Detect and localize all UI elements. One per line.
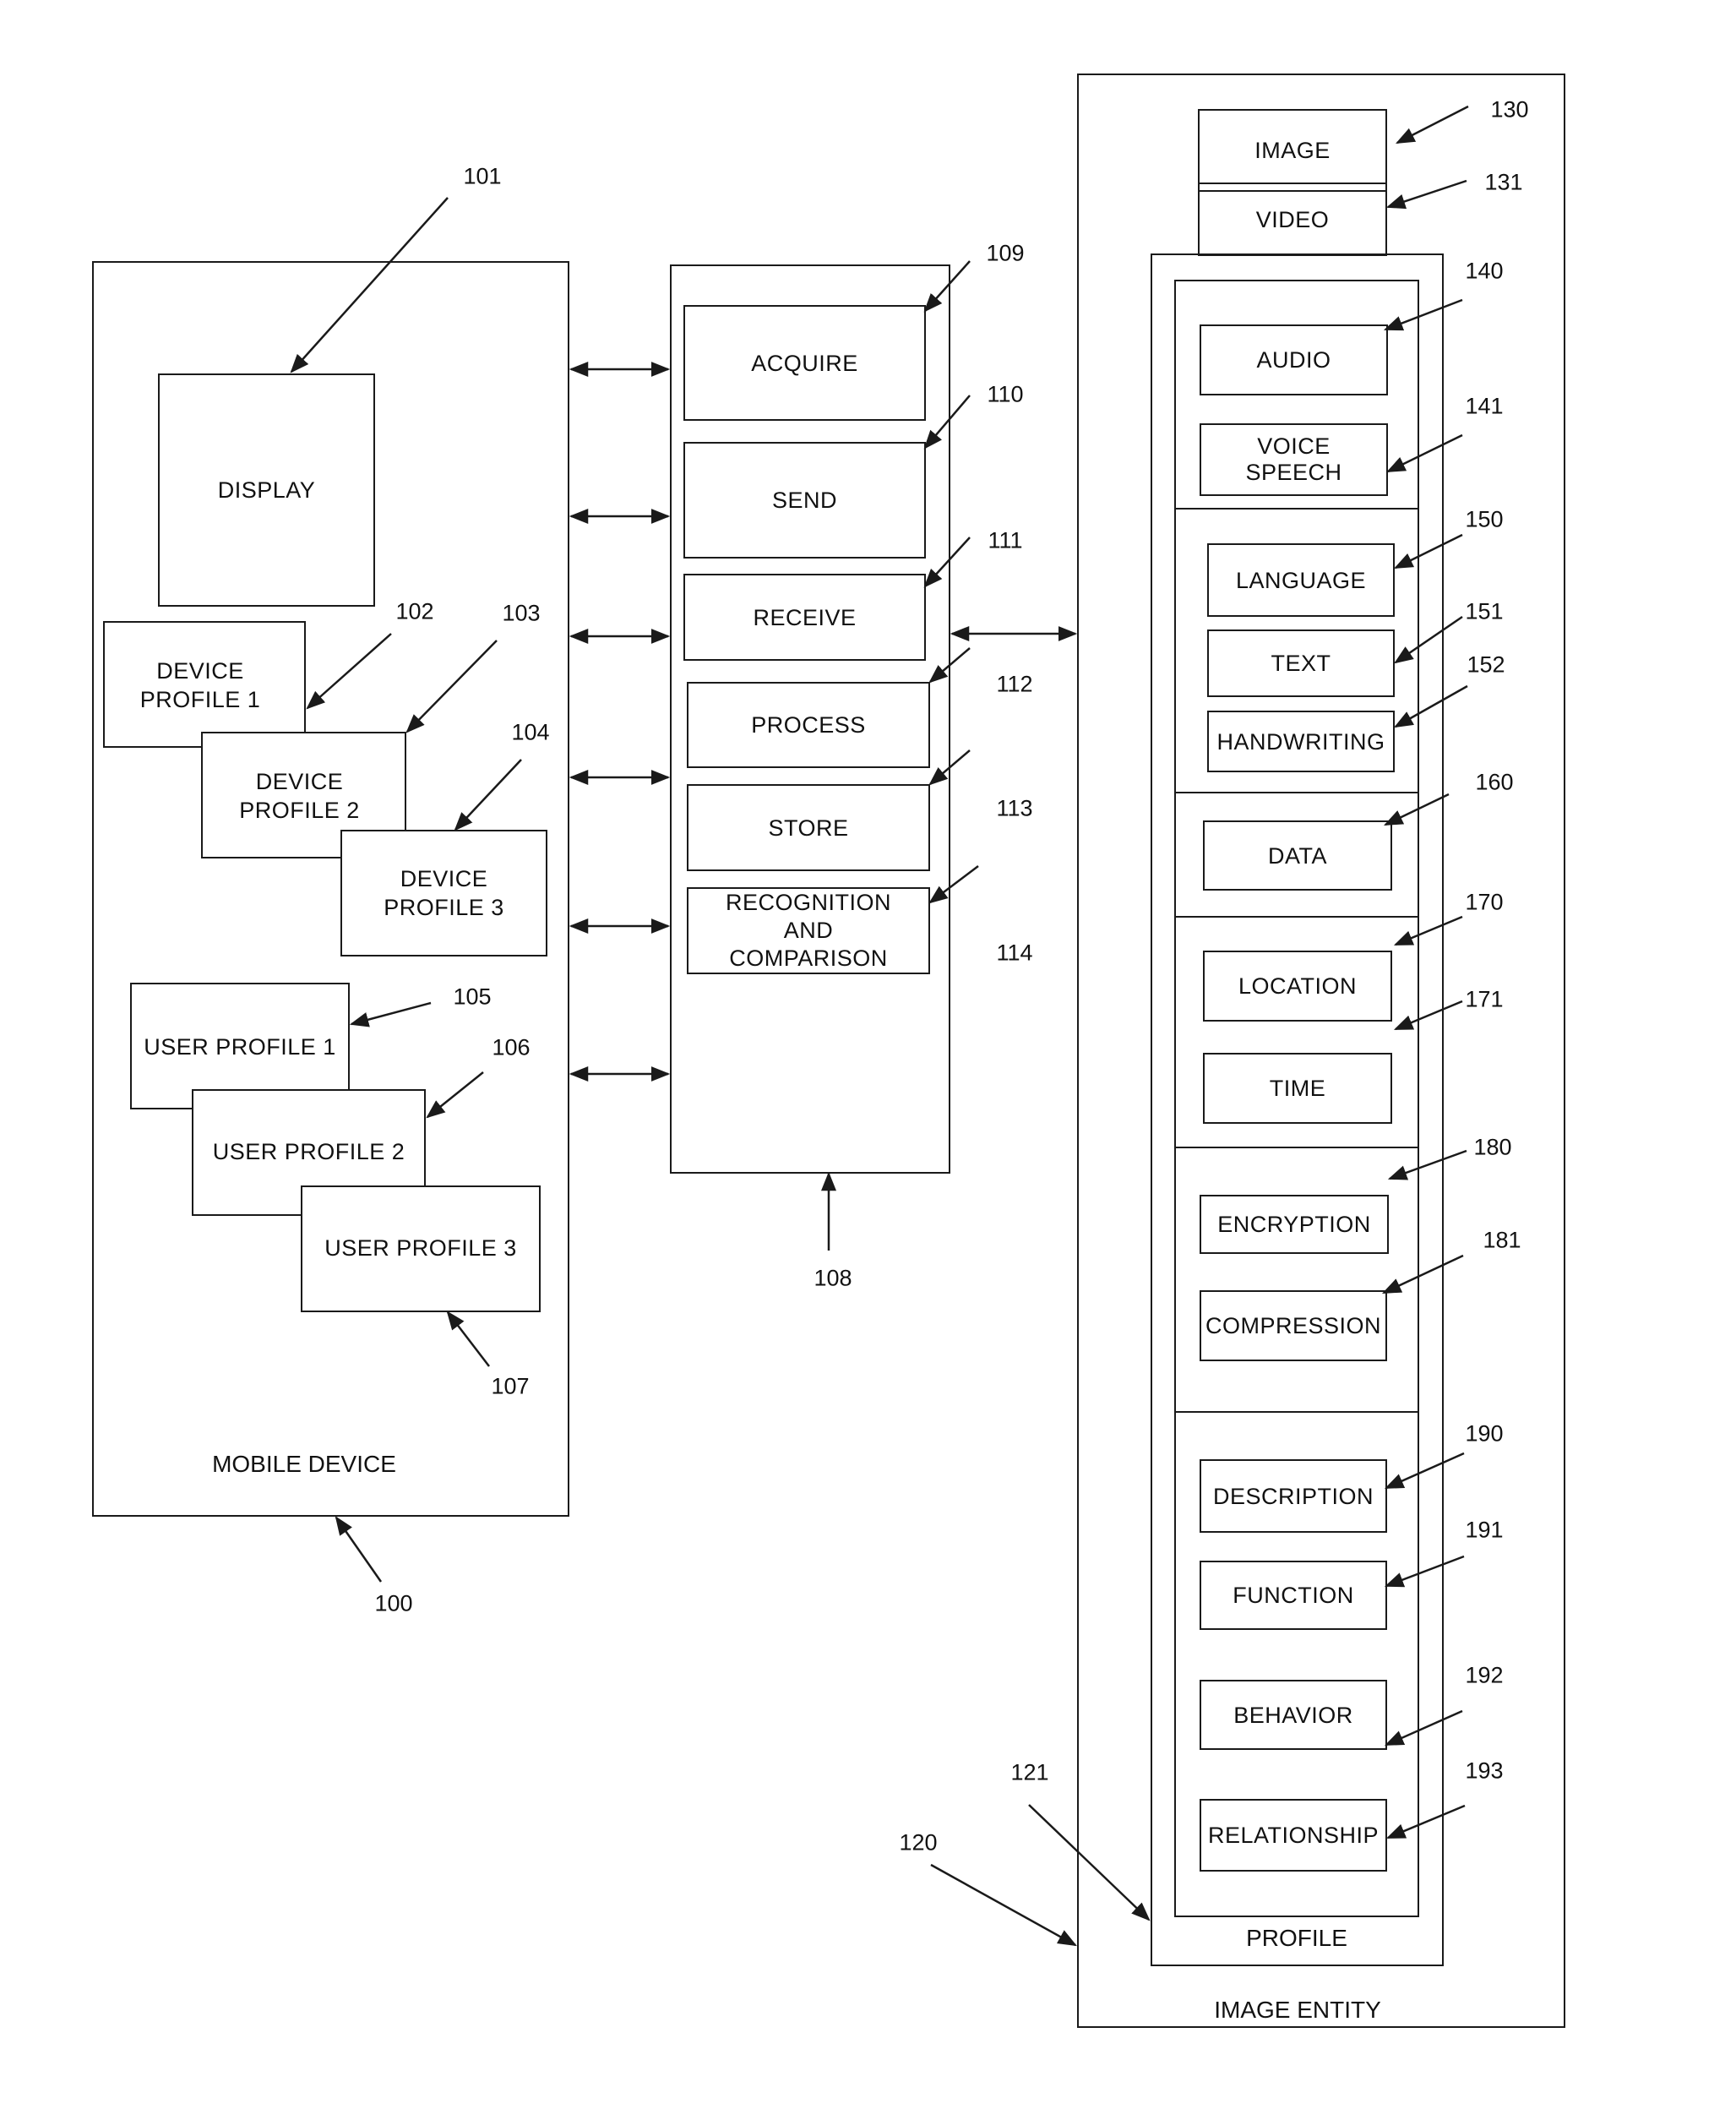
- recognition-and-comparison-box: RECOGNITION AND COMPARISON: [687, 887, 930, 974]
- ref-label-170: 170: [1465, 889, 1504, 915]
- ref-label-102: 102: [395, 598, 434, 624]
- ref-label-100: 100: [374, 1590, 413, 1616]
- ref-label-131: 131: [1484, 169, 1523, 195]
- device-profile-3-box: DEVICE PROFILE 3: [340, 830, 547, 956]
- video-box: VIDEO: [1198, 183, 1387, 256]
- ref-label-103: 103: [502, 600, 541, 626]
- ref-label-152: 152: [1467, 651, 1505, 678]
- ref-label-120: 120: [899, 1829, 938, 1856]
- ref-label-192: 192: [1465, 1662, 1504, 1688]
- ref-label-113: 113: [996, 795, 1033, 821]
- profile-caption: PROFILE: [1246, 1925, 1347, 1951]
- ref-label-105: 105: [453, 984, 492, 1010]
- ref-label-191: 191: [1465, 1517, 1504, 1543]
- store-box: STORE: [687, 784, 930, 871]
- ref-label-106: 106: [492, 1034, 531, 1060]
- ref-label-160: 160: [1475, 769, 1514, 795]
- leader-arrow-120: [930, 1863, 1077, 1947]
- ref-label-104: 104: [511, 719, 550, 745]
- acquire-box: ACQUIRE: [683, 305, 926, 421]
- image-box: IMAGE: [1198, 109, 1387, 192]
- compression-box: COMPRESSION: [1200, 1290, 1387, 1361]
- ref-label-141: 141: [1465, 393, 1504, 419]
- behavior-box: BEHAVIOR: [1200, 1680, 1387, 1750]
- leader-arrow-100: [335, 1516, 383, 1583]
- section-divider: [1174, 916, 1419, 918]
- handwriting-box: HANDWRITING: [1207, 711, 1395, 772]
- ref-label-114: 114: [996, 940, 1033, 966]
- ref-label-140: 140: [1465, 258, 1504, 284]
- section-divider: [1174, 792, 1419, 793]
- language-box: LANGUAGE: [1207, 543, 1395, 617]
- ref-label-110: 110: [987, 381, 1024, 407]
- process-box: PROCESS: [687, 682, 930, 768]
- audio-box: AUDIO: [1200, 324, 1388, 395]
- description-box: DESCRIPTION: [1200, 1459, 1387, 1533]
- time-box: TIME: [1203, 1053, 1392, 1124]
- user-profile-3-box: USER PROFILE 3: [301, 1185, 541, 1312]
- voice-speech-box: VOICE SPEECH: [1200, 423, 1388, 496]
- location-box: LOCATION: [1203, 951, 1392, 1022]
- ref-label-107: 107: [491, 1373, 530, 1399]
- ref-label-112: 112: [996, 671, 1033, 697]
- section-divider: [1174, 508, 1419, 510]
- ref-label-109: 109: [986, 240, 1025, 266]
- ref-label-181: 181: [1483, 1227, 1521, 1253]
- image-entity-caption: IMAGE ENTITY: [1214, 1997, 1381, 2023]
- section-divider: [1174, 1411, 1419, 1413]
- receive-box: RECEIVE: [683, 574, 926, 661]
- function-box: FUNCTION: [1200, 1561, 1387, 1630]
- mobile-device-caption: MOBILE DEVICE: [212, 1451, 396, 1477]
- relationship-box: RELATIONSHIP: [1200, 1799, 1387, 1872]
- ref-label-150: 150: [1465, 506, 1504, 532]
- ref-label-130: 130: [1490, 96, 1529, 123]
- ref-label-193: 193: [1465, 1758, 1504, 1784]
- ref-label-111: 111: [988, 527, 1023, 553]
- ref-label-121: 121: [1010, 1759, 1049, 1785]
- ref-label-151: 151: [1465, 598, 1504, 624]
- device-profile-1-box: DEVICE PROFILE 1: [103, 621, 306, 748]
- data-box: DATA: [1203, 820, 1392, 891]
- text-box: TEXT: [1207, 629, 1395, 697]
- ref-label-180: 180: [1473, 1134, 1512, 1160]
- ref-label-101: 101: [463, 163, 502, 189]
- send-box: SEND: [683, 442, 926, 559]
- encryption-box: ENCRYPTION: [1200, 1195, 1389, 1254]
- ref-label-171: 171: [1465, 986, 1504, 1012]
- ref-label-108: 108: [814, 1265, 852, 1291]
- display-box: DISPLAY: [158, 373, 375, 607]
- ref-label-190: 190: [1465, 1420, 1504, 1447]
- section-divider: [1174, 1147, 1419, 1148]
